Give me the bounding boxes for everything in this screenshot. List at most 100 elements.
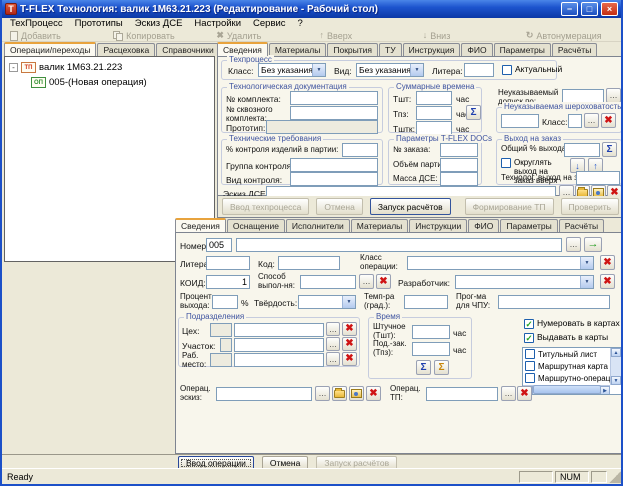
shop-clear-button[interactable]: ✖ xyxy=(342,322,357,336)
copy-button[interactable]: Копировать xyxy=(105,30,208,41)
process-cancel-button[interactable]: Отмена xyxy=(316,198,363,215)
menu-help[interactable]: ? xyxy=(292,18,309,30)
tab-process-tu[interactable]: ТУ xyxy=(379,43,402,56)
tab-process-parameters[interactable]: Параметры xyxy=(493,43,551,56)
route-card-checkbox[interactable] xyxy=(525,361,535,371)
number-in-cards-checkbox[interactable]: ✓ xyxy=(524,319,534,329)
tab-op-materials[interactable]: Материалы xyxy=(350,219,409,232)
tolerance-browse-button[interactable]: … xyxy=(606,88,621,103)
cnc-field[interactable] xyxy=(498,295,610,309)
operation-name-field[interactable] xyxy=(236,238,562,252)
add-button[interactable]: Добавить xyxy=(2,30,105,41)
op-class-clear-button[interactable]: ✖ xyxy=(600,255,615,270)
op-sketch-field[interactable] xyxy=(216,387,312,401)
litera-field[interactable] xyxy=(464,63,494,77)
control-pct-field[interactable] xyxy=(342,143,378,157)
tsht-field[interactable] xyxy=(416,91,452,105)
mass-field[interactable] xyxy=(440,172,478,186)
method-field[interactable] xyxy=(300,275,356,289)
chevron-down-icon[interactable]: ▼ xyxy=(580,257,593,269)
move-down-button[interactable]: ↓ Вниз xyxy=(415,31,518,41)
actual-checkbox-row[interactable]: Актуальный xyxy=(502,64,562,75)
menu-sketch-dse[interactable]: Эскиз ДСЕ xyxy=(129,18,189,30)
output-to-cards-row[interactable]: ✓ Выдавать в карты xyxy=(524,332,608,343)
workplace-clear-button[interactable]: ✖ xyxy=(342,352,357,366)
shop-name-field[interactable] xyxy=(234,323,324,337)
chevron-down-icon[interactable]: ▼ xyxy=(312,64,325,76)
tech-out-field[interactable] xyxy=(576,171,620,185)
op-tp-browse-button[interactable]: … xyxy=(501,386,516,401)
total-pct-field[interactable] xyxy=(564,143,600,157)
hardness-combobox[interactable]: ▼ xyxy=(298,295,356,309)
tab-process-coatings[interactable]: Покрытия xyxy=(327,43,378,56)
prototype-field[interactable] xyxy=(266,120,378,134)
workplace-code-field[interactable] xyxy=(210,353,232,367)
list-item[interactable]: Маршрутная карта xyxy=(523,360,621,372)
roughness-clear-button[interactable]: ✖ xyxy=(601,113,616,128)
setup-time-field[interactable] xyxy=(412,342,450,356)
control-group-field[interactable] xyxy=(290,158,378,172)
move-up-button[interactable]: ↑ Вверх xyxy=(312,31,415,41)
maximize-button[interactable]: □ xyxy=(581,2,598,16)
shop-browse-button[interactable]: … xyxy=(326,322,340,336)
delete-button[interactable]: ✖ Удалить xyxy=(208,31,311,41)
number-in-cards-row[interactable]: ✓ Нумеровать в картах xyxy=(524,318,620,329)
developer-clear-button[interactable]: ✖ xyxy=(600,274,615,289)
autonumber-button[interactable]: ↻ Автонумерация xyxy=(518,31,621,41)
roughness-browse-button[interactable]: … xyxy=(584,113,599,128)
scroll-right-icon[interactable]: ▶ xyxy=(600,386,610,394)
actual-checkbox[interactable] xyxy=(502,65,512,75)
round-up-checkbox[interactable] xyxy=(501,158,511,168)
out-pct-field[interactable] xyxy=(212,295,238,309)
tolerance-field[interactable] xyxy=(562,89,604,103)
tab-process-fio[interactable]: ФИО xyxy=(461,43,493,56)
scrollbar-thumb[interactable] xyxy=(533,385,601,394)
tab-op-info[interactable]: Сведения xyxy=(175,218,226,232)
roughness-field[interactable] xyxy=(501,114,539,128)
tab-process-info[interactable]: Сведения xyxy=(217,42,268,56)
batch-field[interactable] xyxy=(440,158,478,172)
developer-combobox[interactable]: ▼ xyxy=(455,275,594,289)
set-no-field[interactable] xyxy=(290,91,378,105)
workplace-name-field[interactable] xyxy=(234,353,324,367)
route-op-card-checkbox[interactable] xyxy=(525,373,535,383)
piece-time-field[interactable] xyxy=(412,325,450,339)
menu-techprocess[interactable]: ТехПроцесс xyxy=(4,18,69,30)
roughness-class-field[interactable] xyxy=(568,114,582,128)
order-no-field[interactable] xyxy=(440,143,478,157)
tab-op-performers[interactable]: Исполнители xyxy=(285,219,350,232)
operation-browse-button[interactable]: … xyxy=(566,237,581,252)
list-item[interactable]: Титульный лист xyxy=(523,348,621,360)
total-pct-sum-button[interactable]: Σ xyxy=(602,142,617,157)
workplace-browse-button[interactable]: … xyxy=(326,352,340,366)
minimize-button[interactable]: − xyxy=(561,2,578,16)
resize-grip[interactable] xyxy=(609,470,621,483)
op-class-combobox[interactable]: ▼ xyxy=(407,256,594,270)
form-tp-button[interactable]: Формирование ТП xyxy=(464,198,554,215)
chevron-down-icon[interactable]: ▼ xyxy=(580,276,593,288)
tab-operations-transitions[interactable]: Операции/переходы xyxy=(4,42,97,56)
number-field[interactable] xyxy=(206,238,232,252)
cards-listbox[interactable]: Титульный лист Маршрутная карта Маршрутн… xyxy=(522,347,621,395)
op-sketch-clear-button[interactable]: ✖ xyxy=(366,386,381,401)
class-combobox[interactable]: Без указания ▼ xyxy=(258,63,326,77)
run-calculations-button[interactable]: Запуск расчётов xyxy=(369,198,451,215)
time-sum-alt-button[interactable]: Σ xyxy=(434,360,449,375)
close-button[interactable]: × xyxy=(601,2,618,16)
temp-field[interactable] xyxy=(404,295,448,309)
op-tp-field[interactable] xyxy=(426,387,498,401)
tree-expander-icon[interactable]: - xyxy=(9,63,18,72)
tab-process-calcs[interactable]: Расчёты xyxy=(551,43,598,56)
method-clear-button[interactable]: ✖ xyxy=(376,274,391,289)
op-sketch-browse-button[interactable]: … xyxy=(315,386,330,401)
control-kind-field[interactable] xyxy=(290,172,378,186)
tab-references[interactable]: Справочники xyxy=(156,43,220,56)
tab-op-calcs[interactable]: Расчёты xyxy=(558,219,605,232)
tab-op-equipment[interactable]: Оснащение xyxy=(226,219,285,232)
section-code-field[interactable] xyxy=(220,338,232,352)
op-litera-field[interactable] xyxy=(206,256,250,270)
sum-times-button[interactable]: Σ xyxy=(466,105,481,120)
verify-button[interactable]: Проверить xyxy=(560,198,620,215)
tab-process-instruction[interactable]: Инструкция xyxy=(402,43,461,56)
tab-op-parameters[interactable]: Параметры xyxy=(500,219,558,232)
